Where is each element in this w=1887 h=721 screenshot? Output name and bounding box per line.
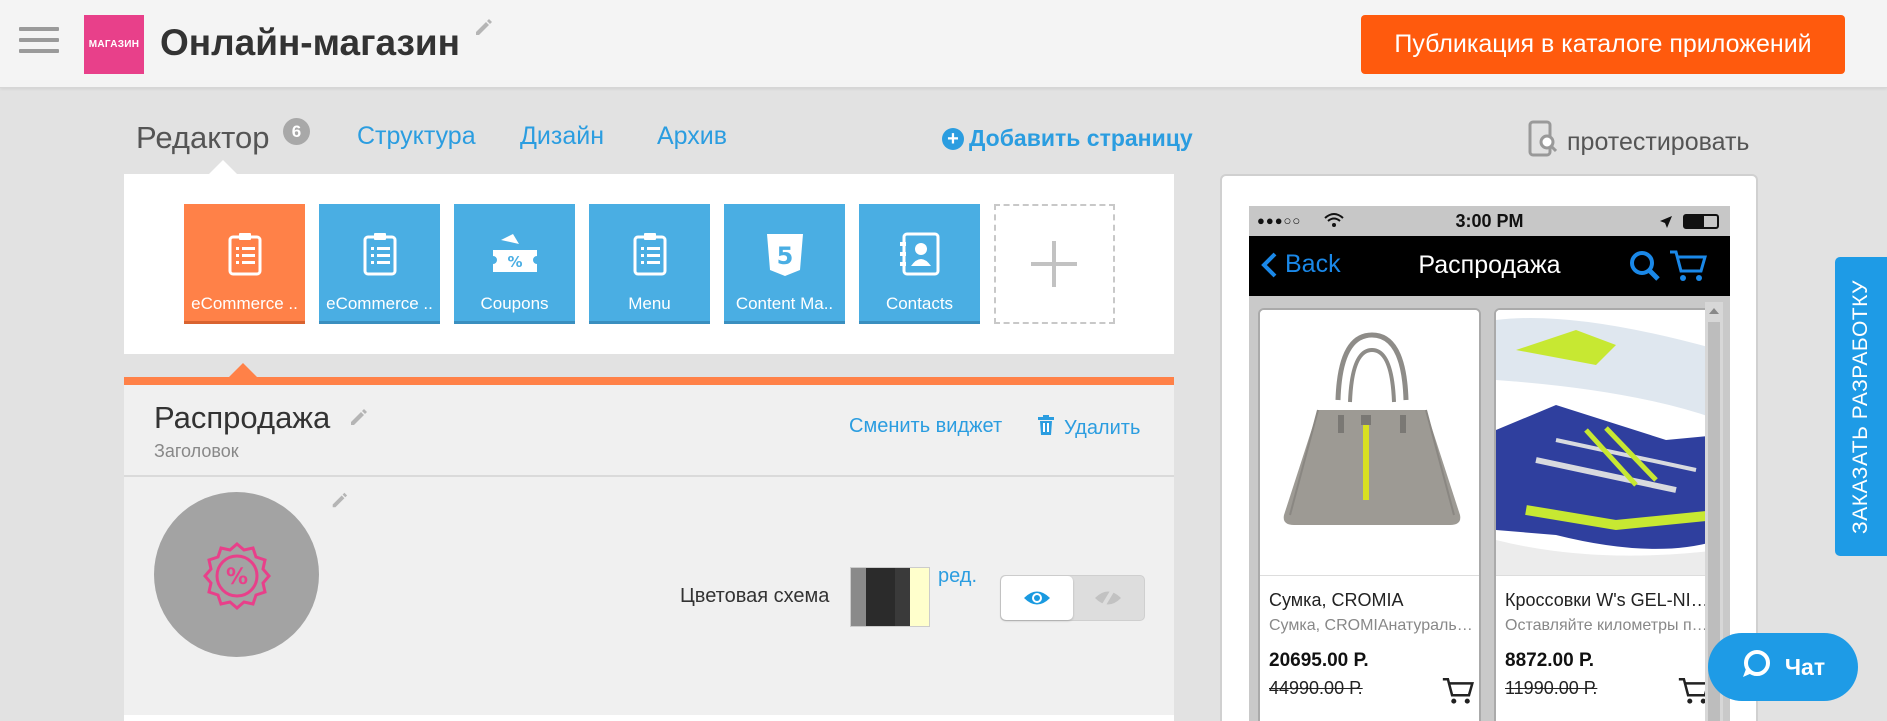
product-old-price: 44990.00 Р. bbox=[1269, 678, 1363, 698]
tab-structure[interactable]: Структура bbox=[357, 120, 476, 152]
delete-label: Удалить bbox=[1064, 416, 1141, 439]
clipboard-icon bbox=[319, 232, 440, 276]
widget-tile-ecommerce-2[interactable]: eCommerce .. bbox=[319, 204, 440, 324]
chat-bubble-icon bbox=[1741, 649, 1773, 685]
pencil-icon[interactable] bbox=[348, 407, 368, 432]
search-icon[interactable] bbox=[1629, 250, 1661, 287]
status-bar: ●●●○○ 3:00 PM bbox=[1249, 206, 1730, 236]
product-image bbox=[1260, 310, 1479, 575]
svg-text:%: % bbox=[225, 565, 247, 590]
divider bbox=[124, 475, 1174, 477]
status-time: 3:00 PM bbox=[1455, 211, 1524, 231]
widget-icon-picker[interactable]: % bbox=[154, 492, 319, 657]
phone-search-icon bbox=[1527, 120, 1558, 165]
color-scheme-edit-link[interactable]: ред. bbox=[938, 565, 977, 588]
widget-tile-ecommerce-1[interactable]: eCommerce .. bbox=[184, 204, 305, 324]
plus-icon bbox=[1031, 241, 1077, 287]
product-card[interactable]: Кроссовки W's GEL-NIMBUS Оставляйте кило… bbox=[1494, 308, 1717, 721]
widget-label: Contacts bbox=[885, 294, 954, 313]
product-card[interactable]: Сумка, CROMIA Сумка, CROMIAнатуральная к… bbox=[1258, 308, 1481, 721]
tab-archive[interactable]: Архив bbox=[657, 120, 727, 152]
phone-preview: ●●●○○ 3:00 PM Back Распродажа Сумка, CRO… bbox=[1249, 206, 1730, 721]
battery-icon bbox=[1683, 214, 1719, 229]
product-description: Оставляйте километры позади bbox=[1505, 617, 1710, 634]
widget-label: eCommerce .. bbox=[326, 294, 433, 313]
visible-option[interactable] bbox=[1001, 576, 1073, 620]
product-price: 20695.00 Р. bbox=[1269, 650, 1369, 671]
order-development-label: ЗАКАЗАТЬ РАЗРАБОТКУ bbox=[1849, 280, 1872, 534]
visibility-toggle[interactable] bbox=[1000, 575, 1145, 621]
chat-label: Чат bbox=[1784, 653, 1826, 680]
test-label: протестировать bbox=[1567, 128, 1750, 156]
clipboard-icon bbox=[184, 232, 305, 276]
delete-button[interactable]: Удалить bbox=[1038, 415, 1140, 441]
eye-icon bbox=[1023, 591, 1050, 605]
app-title: Онлайн-магазин bbox=[160, 22, 461, 63]
location-icon bbox=[1659, 213, 1673, 234]
trash-icon bbox=[1038, 415, 1054, 441]
tab-design[interactable]: Дизайн bbox=[520, 120, 604, 152]
widget-label: Coupons bbox=[480, 294, 549, 313]
svg-text:5: 5 bbox=[776, 242, 793, 270]
app-logo: МАГАЗИН bbox=[84, 15, 144, 74]
accent-divider bbox=[124, 377, 1174, 385]
pencil-icon[interactable] bbox=[473, 17, 493, 37]
svg-text:%: % bbox=[507, 253, 522, 271]
html5-icon: 5 bbox=[724, 232, 845, 276]
preview-nav-bar: Back Распродажа bbox=[1249, 236, 1730, 296]
publish-button[interactable]: Публикация в каталоге приложений bbox=[1361, 15, 1845, 74]
editor-count-badge: 6 bbox=[283, 118, 310, 145]
order-development-tab[interactable]: ЗАКАЗАТЬ РАЗРАБОТКУ bbox=[1835, 257, 1887, 556]
menu-icon[interactable] bbox=[19, 27, 59, 57]
widget-label: eCommerce .. bbox=[191, 294, 298, 313]
product-old-price: 11990.00 Р. bbox=[1505, 678, 1598, 698]
section-title: Распродажа bbox=[154, 400, 331, 435]
color-scheme-swatch[interactable] bbox=[850, 567, 930, 627]
widget-label: Menu bbox=[628, 294, 671, 313]
add-widget-button[interactable] bbox=[994, 204, 1115, 324]
test-button[interactable]: протестировать bbox=[1527, 120, 1749, 165]
product-description: Сумка, CROMIAнатуральная кожа bbox=[1269, 617, 1474, 634]
widget-settings-section: Распродажа Заголовок Сменить виджет Удал… bbox=[124, 385, 1174, 721]
discount-badge-icon: % bbox=[202, 541, 271, 610]
pencil-icon[interactable] bbox=[330, 491, 348, 514]
eye-off-icon bbox=[1095, 586, 1122, 610]
product-name: Сумка, CROMIA bbox=[1269, 590, 1404, 610]
plus-circle-icon: + bbox=[942, 127, 964, 150]
clipboard-icon bbox=[589, 232, 710, 276]
widgets-panel: eCommerce .. eCommerce .. % Coupons Menu… bbox=[124, 160, 1174, 354]
widget-tile-coupons[interactable]: % Coupons bbox=[454, 204, 575, 324]
coupon-icon: % bbox=[454, 232, 575, 276]
chat-button[interactable]: Чат bbox=[1708, 633, 1858, 701]
active-widget-pointer bbox=[229, 363, 257, 377]
product-image bbox=[1496, 310, 1715, 575]
scroll-up-arrow[interactable] bbox=[1709, 308, 1719, 314]
widget-label: Content Ma.. bbox=[735, 294, 834, 313]
change-widget-link[interactable]: Сменить виджет bbox=[849, 415, 1002, 438]
contacts-icon bbox=[859, 232, 980, 276]
add-page-label: Добавить страницу bbox=[969, 125, 1193, 151]
top-bar: МАГАЗИН Онлайн-магазин Публикация в ката… bbox=[0, 0, 1887, 88]
product-price: 8872.00 Р. bbox=[1505, 650, 1595, 671]
color-scheme-label: Цветовая схема bbox=[680, 585, 830, 607]
section-subtitle: Заголовок bbox=[154, 441, 239, 461]
hidden-option[interactable] bbox=[1073, 576, 1145, 620]
add-to-cart-icon[interactable] bbox=[1442, 676, 1474, 711]
widget-tile-contacts[interactable]: Contacts bbox=[859, 204, 980, 324]
add-page-button[interactable]: + Добавить страницу bbox=[942, 125, 1193, 152]
cart-icon[interactable] bbox=[1669, 249, 1707, 288]
tab-editor[interactable]: Редактор bbox=[136, 120, 269, 156]
widget-tile-content[interactable]: 5 Content Ma.. bbox=[724, 204, 845, 324]
product-name: Кроссовки W's GEL-NIMBUS bbox=[1505, 590, 1710, 610]
widget-tile-menu[interactable]: Menu bbox=[589, 204, 710, 324]
